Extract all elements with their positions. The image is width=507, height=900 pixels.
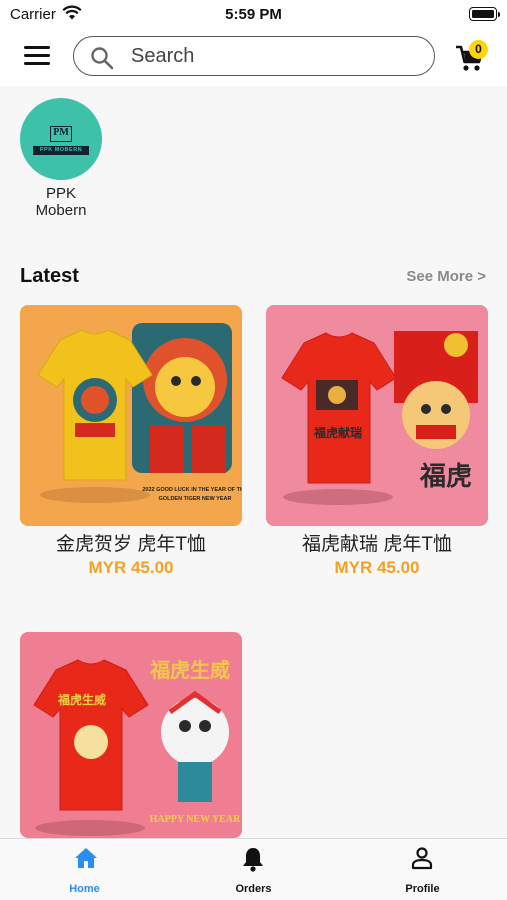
svg-text:HAPPY NEW YEAR: HAPPY NEW YEAR (150, 814, 242, 825)
tab-home[interactable]: Home (0, 839, 169, 900)
product-name: 金虎贺岁 虎年T恤 (56, 534, 206, 555)
product-price: MYR 45.00 (88, 558, 174, 577)
product-image: 福虎生威 福虎生威 HAPPY NEW YEAR (20, 632, 242, 838)
tab-label: Profile (405, 883, 440, 895)
section-title-latest: Latest (20, 265, 79, 287)
search-input[interactable] (131, 43, 421, 69)
product-card[interactable]: 2022 GOOD LUCK IN THE YEAR OF THE GOLDEN… (20, 305, 242, 578)
svg-text:GOLDEN TIGER NEW YEAR: GOLDEN TIGER NEW YEAR (159, 496, 232, 502)
brand-name: PPK Mobern (35, 185, 87, 219)
brand-item[interactable]: PM PPK MOBERN PPK Mobern (20, 98, 102, 219)
svg-text:福虎: 福虎 (419, 462, 472, 491)
product-image: 福虎献瑞 福虎 (266, 305, 488, 526)
search-icon (90, 46, 114, 75)
product-name: 福虎献瑞 虎年T恤 (302, 534, 452, 555)
menu-icon[interactable] (24, 46, 50, 68)
profile-icon (410, 846, 434, 875)
brand-logo-caption: PPK MOBERN (39, 147, 83, 153)
product-card[interactable]: 福虎生威 福虎生威 HAPPY NEW YEAR (20, 632, 242, 838)
product-image: 2022 GOOD LUCK IN THE YEAR OF THE GOLDEN… (20, 305, 242, 526)
svg-text:福虎生威: 福虎生威 (149, 658, 230, 682)
home-icon (74, 846, 98, 875)
tab-profile[interactable]: Profile (338, 839, 507, 900)
svg-text:2022 GOOD LUCK IN THE YEAR OF: 2022 GOOD LUCK IN THE YEAR OF THE (142, 487, 242, 493)
tab-label: Orders (235, 883, 272, 895)
search-bar[interactable] (73, 36, 435, 76)
see-more-link[interactable]: See More > (406, 268, 486, 285)
cart-count-badge: 0 (469, 40, 488, 59)
app-header: 0 (0, 30, 507, 86)
tab-orders[interactable]: Orders (169, 839, 338, 900)
tab-label: Home (69, 883, 100, 895)
cart-button[interactable]: 0 (455, 40, 495, 74)
brand-logo: PM PPK MOBERN (20, 98, 102, 180)
brand-logo-monogram: PM (53, 127, 69, 138)
svg-text:福虎献瑞: 福虎献瑞 (313, 425, 362, 440)
svg-text:福虎生威: 福虎生威 (57, 692, 106, 707)
battery-icon (469, 7, 500, 21)
bell-icon (241, 846, 265, 877)
product-price: MYR 45.00 (334, 558, 420, 577)
status-bar: Carrier 5:59 PM (0, 0, 507, 30)
product-card[interactable]: 福虎献瑞 福虎 福虎献瑞 虎年T恤 MYR 45.00 (266, 305, 488, 578)
clock: 5:59 PM (225, 6, 282, 23)
bottom-tab-bar: Home Orders Profile (0, 838, 507, 900)
